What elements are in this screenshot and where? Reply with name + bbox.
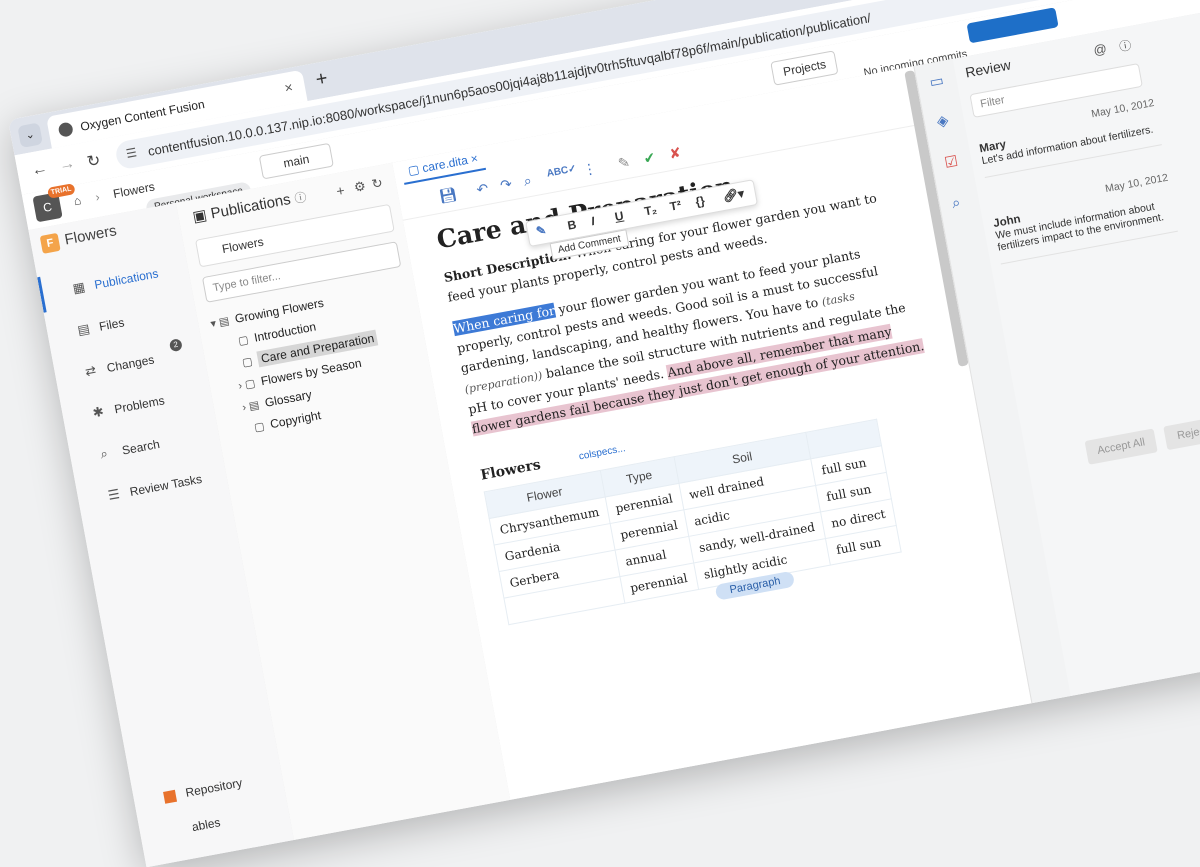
site-info-icon[interactable]: ☰: [125, 145, 138, 161]
comments-icon[interactable]: ▭: [928, 71, 945, 91]
back-icon[interactable]: ←: [30, 160, 49, 181]
superscript-button[interactable]: T²: [669, 198, 683, 214]
project-name: Flowers: [63, 222, 119, 249]
add-icon[interactable]: +: [335, 182, 346, 199]
flowers-table[interactable]: Flower Type Soil Chrysanthemum perennial w…: [484, 419, 902, 626]
mention-icon[interactable]: @: [1092, 41, 1108, 58]
subscript-button[interactable]: T₂: [643, 202, 658, 218]
refresh-icon[interactable]: ↻: [370, 175, 384, 193]
review-title: Review: [963, 56, 1013, 81]
gear-icon[interactable]: ⚙: [353, 178, 367, 196]
search-comments-icon[interactable]: ⌕: [951, 194, 962, 212]
reload-icon[interactable]: ↻: [85, 150, 102, 172]
sidebar-item-cut[interactable]: ables: [191, 815, 222, 834]
home-icon[interactable]: ⌂: [73, 193, 83, 208]
code-button[interactable]: {}: [694, 194, 706, 209]
bug-icon: ✱: [91, 403, 105, 421]
list-icon: ☰: [106, 486, 121, 503]
site-icon: [57, 121, 74, 138]
glossary-icon: › ▤: [241, 399, 261, 415]
table-title: Flowers: [479, 456, 543, 484]
colspecs-toggle[interactable]: colspecs...: [578, 443, 626, 462]
projects-button[interactable]: Projects: [770, 50, 839, 86]
save-icon[interactable]: 💾︎: [438, 186, 459, 206]
highlighter-icon[interactable]: ✎: [617, 154, 632, 173]
reject-all-button[interactable]: Reject All: [1163, 413, 1200, 451]
search-icon: ⌕: [99, 445, 109, 462]
publications-icon: ▦: [71, 278, 87, 296]
comment-card[interactable]: May 10, 2012 John We must include inform…: [989, 171, 1178, 265]
redo-icon[interactable]: ↷: [499, 175, 514, 194]
changes-icon: ⇄: [83, 362, 98, 380]
changes-count-badge: 2: [168, 338, 183, 353]
tab-menu-button[interactable]: ⌄: [17, 122, 43, 149]
map-icon: ▾ ▤: [209, 315, 231, 331]
new-tab-button[interactable]: +: [314, 67, 330, 92]
find-icon[interactable]: ⌕: [522, 172, 533, 190]
sidebar-item-repository[interactable]: Repository: [163, 776, 243, 804]
file-icon: ▤: [76, 320, 91, 338]
topic-icon: ▢: [237, 333, 250, 348]
branch-selector[interactable]: main: [258, 142, 334, 180]
repository-icon: [163, 789, 178, 804]
italic-button[interactable]: I: [590, 214, 596, 228]
underline-button[interactable]: U: [614, 209, 625, 224]
browser-window: ⌄ Oxygen Content Fusion × + ← → ↻ ☰ cont…: [8, 0, 1200, 867]
link-icon[interactable]: 🔗︎▾: [722, 186, 745, 204]
spellcheck-icon[interactable]: ABC✓: [546, 163, 578, 179]
more-icon[interactable]: ⋮: [581, 160, 598, 179]
undo-icon[interactable]: ↶: [475, 180, 490, 199]
accept-change-icon[interactable]: ✔: [642, 149, 657, 168]
topic-icon: › ▢: [237, 377, 257, 393]
tag-icon[interactable]: ◈: [935, 111, 949, 131]
close-tab-icon[interactable]: ×: [283, 79, 294, 96]
chevron-right-icon: ›: [94, 189, 101, 205]
breadcrumb[interactable]: Flowers: [112, 180, 156, 201]
tree-item-glossary[interactable]: › ▤ Glossary: [241, 387, 312, 415]
info-icon: ⓘ: [293, 190, 308, 206]
info-icon[interactable]: ⓘ: [1118, 36, 1133, 55]
tree-item-copyright[interactable]: ▢ Copyright: [253, 408, 322, 434]
forward-icon[interactable]: →: [58, 155, 77, 176]
bold-button[interactable]: B: [566, 217, 577, 232]
accept-all-button[interactable]: Accept All: [1084, 428, 1158, 465]
comment-icon[interactable]: ✎: [535, 223, 547, 239]
reject-change-icon[interactable]: ✘: [668, 144, 683, 163]
topic-icon: ▢: [253, 420, 266, 435]
review-tasks-icon[interactable]: ☑: [943, 152, 959, 172]
project-logo: F: [39, 232, 61, 254]
topic-icon: ▢: [241, 355, 254, 370]
